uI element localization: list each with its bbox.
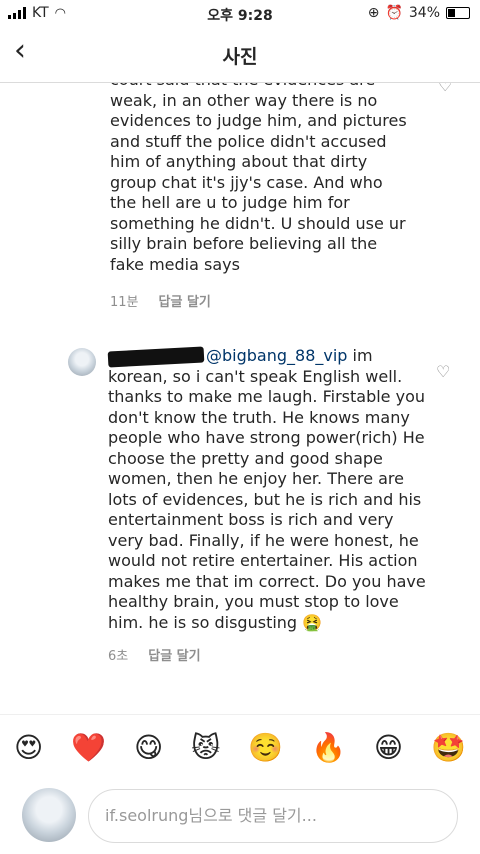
- page-title: 사진: [222, 46, 258, 68]
- reply-button[interactable]: 답글 달기: [159, 291, 211, 310]
- rotation-lock-icon: ⊕: [367, 5, 380, 21]
- battery-percent: 34%: [408, 5, 440, 21]
- pouting-cat-emoji-button[interactable]: 😾: [191, 731, 220, 764]
- comment-time: 6초: [108, 649, 129, 664]
- comment-text: im korean, so i can't speak English well…: [108, 346, 426, 632]
- comment-1: court said that the evidences are weak, …: [110, 70, 410, 310]
- red-heart-emoji-button[interactable]: ❤️: [71, 731, 106, 764]
- avatar[interactable]: [68, 348, 96, 376]
- grin-emoji-button[interactable]: 😁: [374, 731, 403, 764]
- status-bar: KT ◠ 오후 9:28 ⊕ ⏰ 34%: [0, 0, 480, 28]
- battery-icon: [446, 7, 470, 19]
- comment-2: @bigbang_88_vip im korean, so i can't sp…: [107, 345, 426, 664]
- heart-eyes-emoji-button[interactable]: 😍: [14, 731, 43, 764]
- status-right: ⊕ ⏰ 34%: [368, 5, 470, 21]
- yum-emoji-button[interactable]: 😋: [134, 731, 163, 764]
- comment-meta: 11분 답글 달기: [110, 291, 410, 310]
- navigation-bar: ‹ 사진: [0, 28, 480, 83]
- mention-link[interactable]: @bigbang_88_vip: [206, 346, 347, 365]
- comment-time: 11분: [110, 295, 139, 310]
- comment-meta: 6초 답글 달기: [108, 645, 426, 664]
- reply-button[interactable]: 답글 달기: [148, 645, 200, 664]
- fire-emoji-button[interactable]: 🔥: [311, 731, 346, 764]
- redacted-username: [107, 345, 205, 368]
- comment-input[interactable]: if.seolrung님으로 댓글 달기...: [88, 789, 458, 843]
- emoji-quick-bar: 😍 ❤️ 😋 😾 ☺️ 🔥 😁 🤩: [0, 714, 480, 779]
- alarm-icon: ⏰: [385, 5, 403, 21]
- comment-input-bar: if.seolrung님으로 댓글 달기...: [0, 780, 480, 854]
- like-heart-icon[interactable]: ♡: [436, 362, 450, 381]
- user-avatar: [22, 788, 76, 842]
- blush-emoji-button[interactable]: ☺️: [248, 731, 283, 764]
- comment-text: court said that the evidences are weak, …: [110, 70, 407, 274]
- star-struck-emoji-button[interactable]: 🤩: [431, 731, 466, 764]
